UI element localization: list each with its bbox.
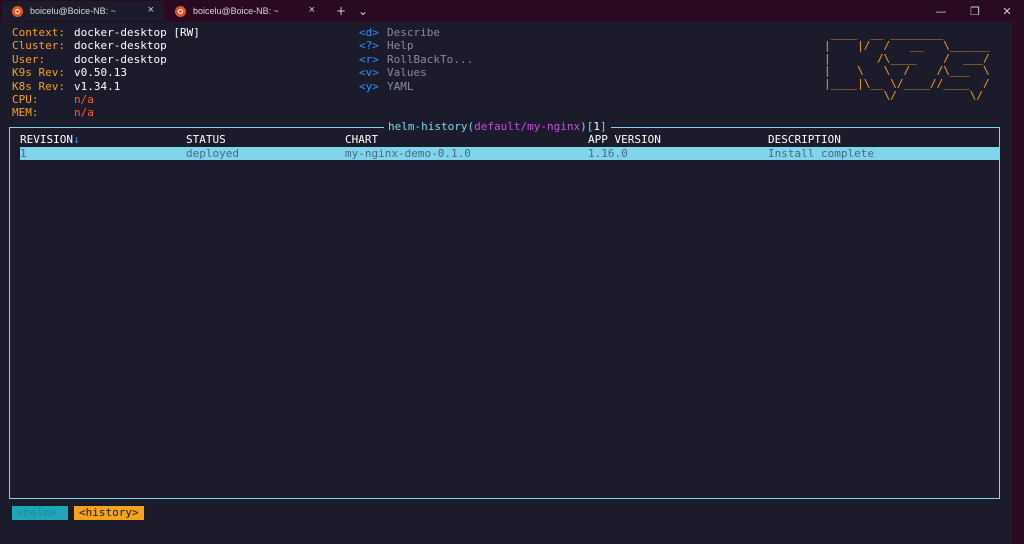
tab-close-icon[interactable]: × (148, 4, 154, 16)
cell-revision: 1 (20, 147, 27, 160)
shortcut-values: <v> Values (359, 66, 427, 80)
info-context: Context: docker-desktop [RW] (12, 26, 200, 39)
close-window-button[interactable]: ✕ (990, 0, 1024, 22)
cell-app-version: 1.16.0 (588, 147, 628, 160)
terminal[interactable]: Context: docker-desktop [RW] Cluster: dock… (0, 22, 1012, 544)
tab-active[interactable]: boicelu@Boice-NB: ~ × (2, 1, 164, 21)
new-tab-button[interactable]: + (330, 0, 352, 22)
shortcut-rollback: <r> RollBackTo... (359, 52, 474, 66)
minimize-button[interactable]: — (924, 0, 958, 22)
col-app-version[interactable]: APP VERSION (588, 133, 661, 146)
info-mem: MEM: n/a (12, 106, 94, 120)
sort-desc-icon: ↓ (72, 133, 80, 146)
ubuntu-icon (12, 5, 23, 17)
tab-dropdown-button[interactable]: ⌄ (352, 0, 374, 22)
cluster-info: Context: docker-desktop [RW] Cluster: dock… (12, 26, 200, 120)
tab-label: boicelu@Boice-NB: ~ (30, 6, 116, 16)
title-bar: boicelu@Boice-NB: ~ × boicelu@Boice-NB: … (0, 0, 1024, 22)
col-revision[interactable]: REVISION↓ (20, 133, 80, 146)
tab-inactive[interactable]: boicelu@Boice-NB: ~ × (165, 1, 325, 21)
info-cluster: Cluster: docker-desktop (12, 39, 167, 53)
info-k8s-rev: K8s Rev: v1.34.1 (12, 79, 121, 93)
crumb-helm[interactable]: <helm> (12, 506, 68, 520)
panel-title: helm-history(default/my-nginx)[1] (384, 120, 611, 134)
ubuntu-icon (175, 5, 186, 17)
shortcut-yaml: <y> YAML (359, 79, 414, 93)
tab-close-icon[interactable]: × (309, 4, 315, 16)
cell-description: Install complete (768, 147, 874, 160)
crumb-history[interactable]: <history> (74, 506, 144, 520)
col-description[interactable]: DESCRIPTION (768, 133, 841, 146)
col-status[interactable]: STATUS (186, 133, 226, 146)
table-header: REVISION↓ STATUS CHART APP VERSION DESCR… (20, 133, 1000, 146)
table-row[interactable]: 1 deployed my-nginx-demo-0.1.0 1.16.0 In… (20, 147, 1000, 160)
info-k9s-rev: K9s Rev: v0.50.13 (12, 66, 127, 80)
col-chart[interactable]: CHART (345, 133, 378, 146)
k9s-logo: ____ __ ________ | |/ / __ \______ | /\_… (824, 27, 990, 103)
shortcut-describe: <d> Describe (359, 26, 440, 39)
shortcut-list: <d> Describe <?> Help <r> RollBackTo... <v>… (359, 26, 473, 93)
shortcut-help: <?> Help (359, 39, 414, 53)
maximize-button[interactable]: ❐ (958, 0, 992, 22)
history-panel: helm-history(default/my-nginx)[1] REVISI… (9, 120, 1000, 499)
tab-label: boicelu@Boice-NB: ~ (193, 6, 279, 16)
cell-status: deployed (186, 147, 239, 160)
info-cpu: CPU: n/a (12, 92, 94, 106)
info-user: User: docker-desktop (12, 52, 167, 66)
cell-chart: my-nginx-demo-0.1.0 (345, 147, 471, 160)
